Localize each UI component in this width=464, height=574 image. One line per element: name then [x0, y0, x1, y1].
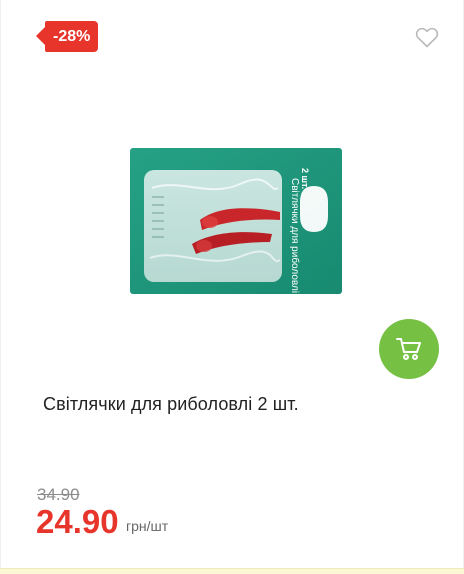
bottom-divider	[0, 568, 464, 574]
discount-badge: -28%	[35, 21, 99, 52]
product-card[interactable]: -28% 2 шт. Світлячки для риболовлі Світл…	[0, 0, 464, 574]
shopping-cart-icon	[396, 338, 421, 360]
package-label-text: Світлячки для риболовлі	[289, 178, 301, 293]
price-unit: грн/шт	[126, 518, 169, 534]
heart-outline-icon	[415, 27, 439, 48]
product-title[interactable]: Світлячки для риболовлі 2 шт.	[43, 394, 299, 415]
add-to-cart-button[interactable]	[379, 319, 439, 379]
current-price: 24.90	[36, 503, 119, 540]
favorite-button[interactable]	[415, 26, 439, 48]
package-count-text: 2 шт.	[300, 168, 310, 189]
product-image[interactable]: 2 шт. Світлячки для риболовлі	[130, 148, 342, 294]
